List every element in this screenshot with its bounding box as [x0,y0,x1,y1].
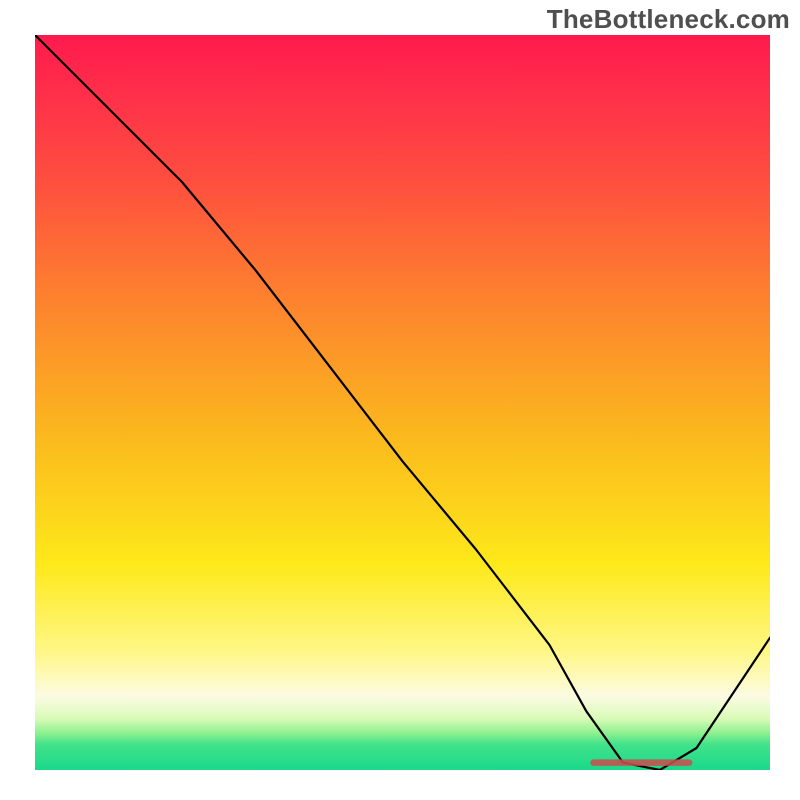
chart-svg [35,35,770,770]
bottleneck-curve [35,35,770,770]
chart-stage: TheBottleneck.com [0,0,800,800]
chart-plot-area [35,35,770,770]
watermark-text: TheBottleneck.com [547,4,790,35]
